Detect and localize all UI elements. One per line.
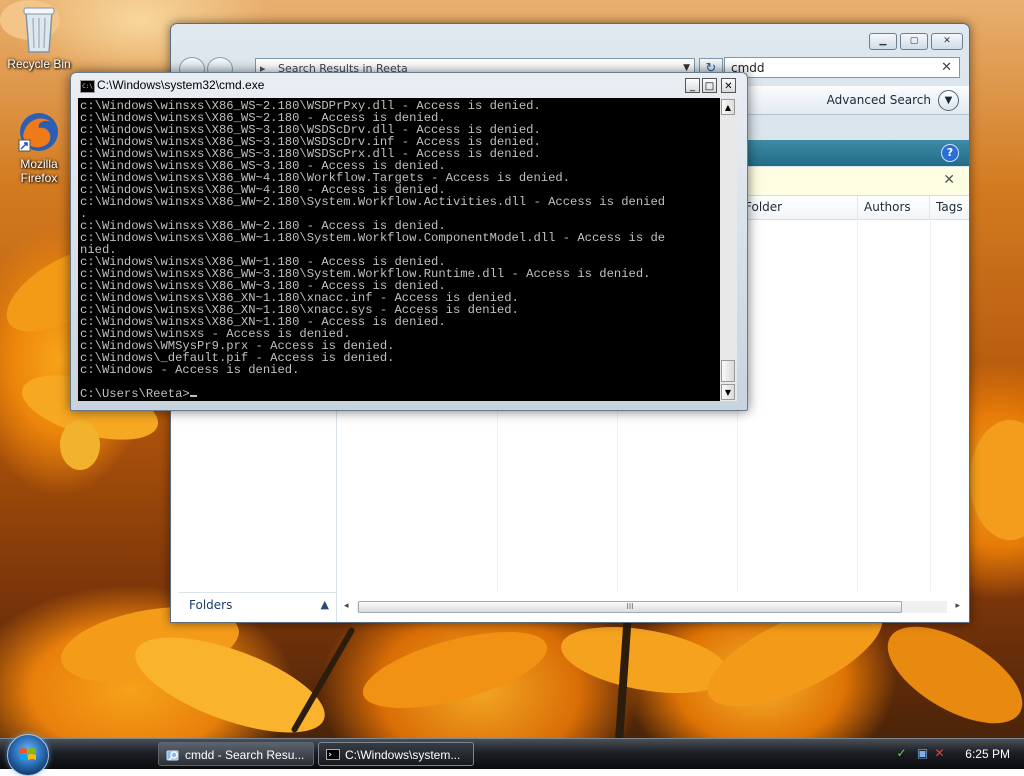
shield-check-icon[interactable]: ✓ [894,746,909,761]
console-line: c:\Windows - Access is denied. [80,363,300,377]
folders-toggle[interactable]: Folders ▲ [179,592,337,616]
flower-petal [970,420,1024,540]
taskbar-button-label: C:\Windows\system... [345,748,461,762]
advanced-search-button[interactable]: Advanced Search ▼ [827,89,959,111]
flower-petal [60,420,100,470]
cmd-minimize-button[interactable]: _ [685,78,700,93]
flower-petal [872,607,1024,738]
clear-search-icon[interactable]: ✕ [941,58,952,78]
speaker-muted-icon[interactable]: ✕ [932,746,947,761]
console-line: c:\Windows\winsxs\X86_WW~2.180\System.Wo… [80,195,666,209]
recycle-bin-desktop-icon[interactable]: Recycle Bin [1,4,77,71]
scroll-right-icon[interactable]: ▸ [955,601,960,611]
explorer-window-controls: ▁ ▢ ✕ [869,33,963,50]
column-header-tags[interactable]: Tags [929,196,969,219]
search-input[interactable]: cmdd ✕ [724,57,960,78]
text-cursor [189,395,197,397]
advanced-search-label: Advanced Search [826,93,931,107]
folders-label: Folders [189,598,233,612]
horizontal-scrollbar[interactable]: ◂ III ▸ [341,599,963,616]
search-folder-icon [166,750,179,761]
console-prompt: C:\Users\Reeta> [80,387,190,401]
clock[interactable]: 6:25 PM [965,739,1010,769]
firefox-desktop-icon[interactable]: Mozilla Firefox [1,110,77,185]
firefox-label: Mozilla Firefox [20,157,58,185]
maximize-button[interactable]: ▢ [900,33,928,50]
cmd-window-title: C:\Windows\system32\cmd.exe [97,78,265,92]
scroll-left-icon[interactable]: ◂ [344,601,349,611]
scroll-up-icon[interactable]: ▲ [721,99,735,115]
chevron-down-icon: ▼ [938,90,959,111]
network-icon[interactable]: ▣ [915,746,930,761]
cmd-maximize-button[interactable]: □ [702,78,717,93]
taskbar: cmdd - Search Resu... C:\Windows\system.… [0,734,1024,776]
taskbar-button-explorer[interactable]: cmdd - Search Resu... [158,742,314,766]
start-button[interactable] [7,734,49,776]
help-icon[interactable]: ? [941,144,959,162]
recycle-bin-label: Recycle Bin [7,57,71,71]
taskbar-button-label: cmdd - Search Resu... [185,748,305,762]
scroll-thumb[interactable]: III [358,601,902,613]
close-button[interactable]: ✕ [931,33,963,50]
console-line: c:\Windows\winsxs\X86_WW~1.180\System.Wo… [80,231,666,245]
cmd-vertical-scrollbar[interactable]: ▲ ▼ [720,98,737,401]
cmd-window: C:\ C:\Windows\system32\cmd.exe _ □ ✕ c:… [70,72,748,411]
notification-area: ✓ ▣ ✕ 6:25 PM [884,739,1024,769]
firefox-icon [18,113,58,152]
console-output[interactable]: c:\Windows\winsxs\X86_WS~2.180\WSDPrPxy.… [78,98,720,401]
windows-logo-icon [20,748,36,760]
column-divider [930,219,931,591]
column-header-authors[interactable]: Authors [857,196,930,219]
scroll-down-icon[interactable]: ▼ [721,384,735,400]
cmd-close-button[interactable]: ✕ [721,78,736,93]
minimize-button[interactable]: ▁ [869,33,897,50]
flower-petal [355,616,555,724]
scroll-grip: III [626,602,634,611]
cmd-icon: C:\ [80,80,95,93]
taskbar-button-cmd[interactable]: C:\Windows\system... [318,742,474,766]
console-text: c:\Windows\winsxs\X86_WS~2.180\WSDPrPxy.… [78,98,720,400]
recycle-bin-icon [23,7,55,53]
close-infobar-icon[interactable]: ✕ [943,172,955,188]
chevron-up-icon: ▲ [320,598,329,611]
cmd-icon [326,749,340,760]
column-divider [857,219,858,591]
column-header-folder[interactable]: Folder [738,196,860,219]
cmd-scroll-thumb[interactable] [721,360,735,382]
